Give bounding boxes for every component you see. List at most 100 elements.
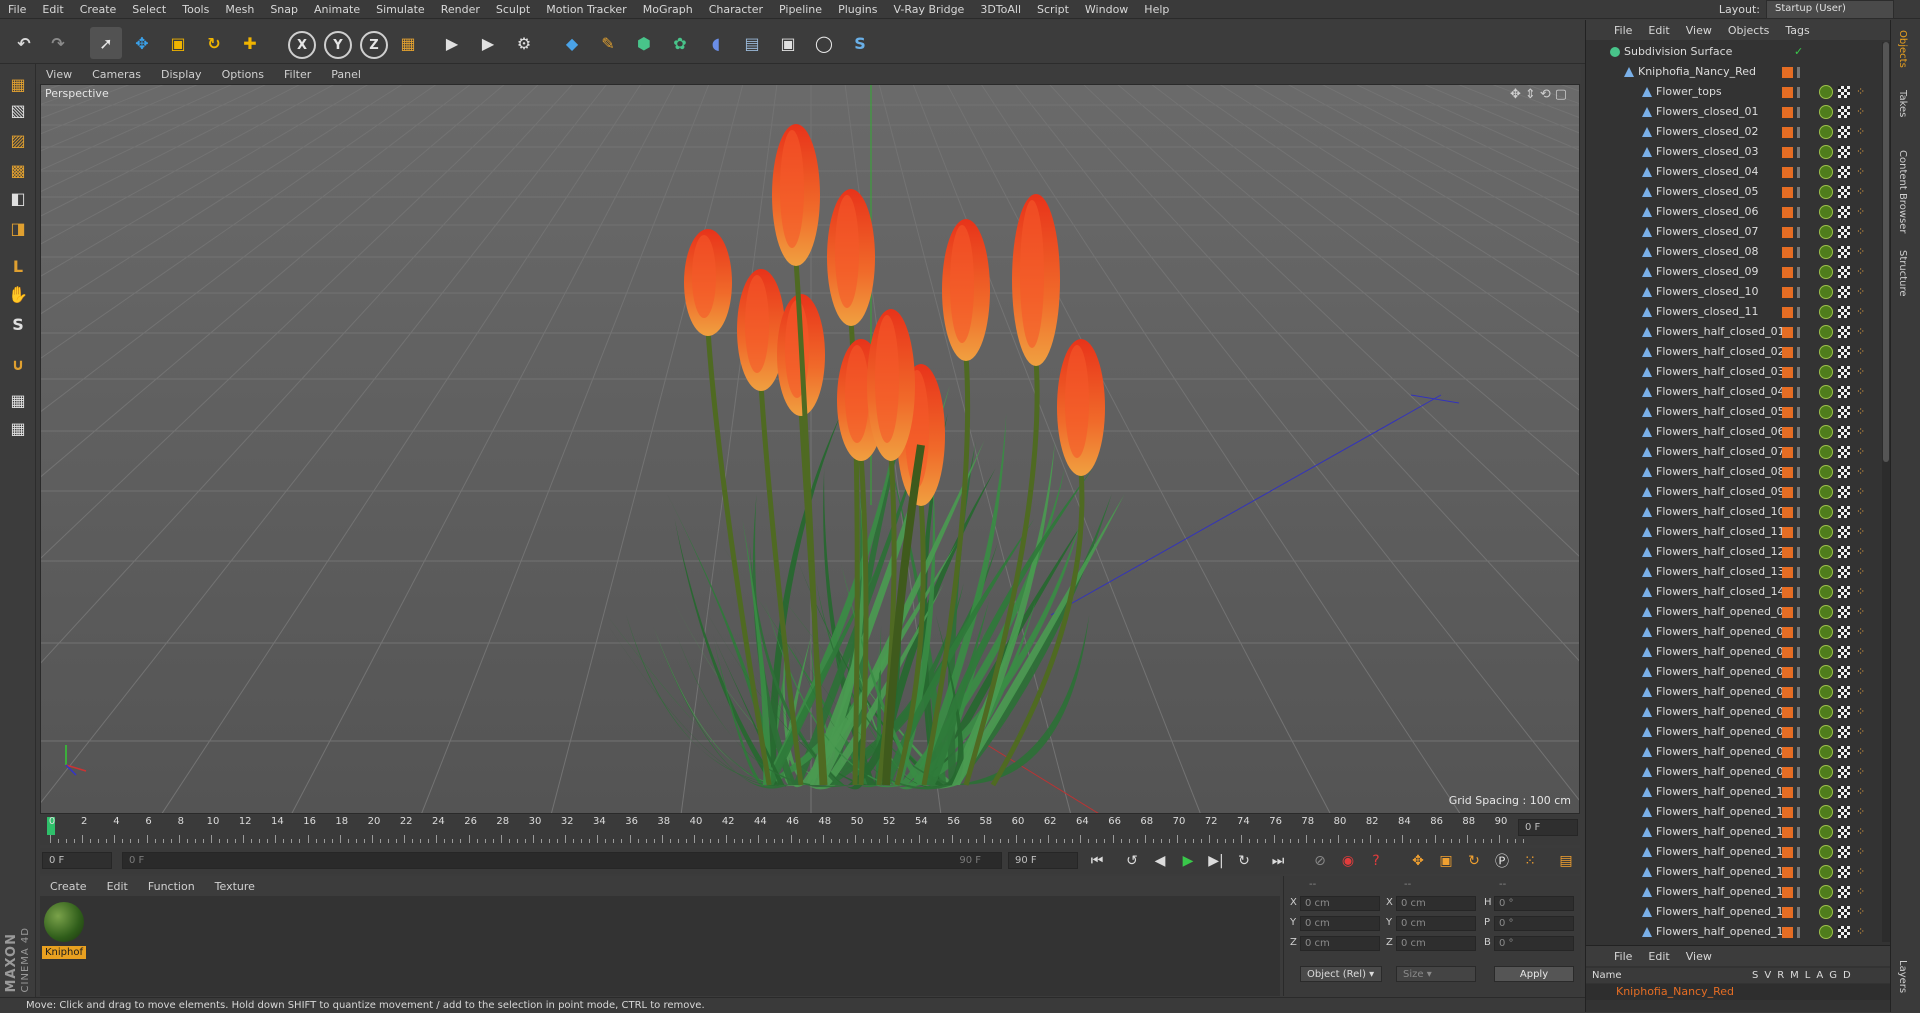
material-manager[interactable]: Kniphof [40, 896, 1280, 996]
coord-mode-dropdown[interactable]: Object (Rel) ▾ [1300, 966, 1382, 982]
object-name[interactable]: Flower_tops [1656, 85, 1722, 98]
layer-color-swatch[interactable] [1782, 767, 1793, 778]
uvw-tag-icon[interactable] [1838, 386, 1850, 398]
layer-color-swatch[interactable] [1782, 567, 1793, 578]
viewport-menu-panel[interactable]: Panel [321, 68, 371, 81]
object-name[interactable]: Flowers_half_opened_17 [1656, 925, 1790, 938]
object-row[interactable]: Flowers_half_closed_13 ⁘ [1586, 562, 1880, 582]
layer-color-swatch[interactable] [1782, 307, 1793, 318]
key-pla-icon[interactable]: ⁙ [1518, 850, 1542, 872]
selection-tag-icon[interactable]: ⁘ [1856, 646, 1866, 658]
object-list[interactable]: Subdivision Surface ✓ Kniphofia_Nancy_Red F… [1586, 42, 1880, 945]
timeline-window-icon[interactable]: ▤ [1554, 850, 1578, 872]
material-tag-icon[interactable] [1819, 105, 1833, 119]
object-row[interactable]: Flowers_half_closed_12 ⁘ [1586, 542, 1880, 562]
object-name[interactable]: Flowers_half_closed_04 [1656, 385, 1785, 398]
material-tag-icon[interactable] [1819, 665, 1833, 679]
selection-tag-icon[interactable]: ⁘ [1856, 566, 1866, 578]
visibility-toggle[interactable] [1797, 847, 1800, 858]
menu-item-script[interactable]: Script [1029, 0, 1077, 19]
start-frame-field[interactable]: 0 F [42, 852, 112, 869]
planar-workplane-icon[interactable]: ▦ [4, 414, 32, 442]
object-row[interactable]: Flowers_half_opened_10 ⁘ [1586, 782, 1880, 802]
object-row[interactable]: Flowers_half_closed_04 ⁘ [1586, 382, 1880, 402]
visibility-toggle[interactable] [1797, 547, 1800, 558]
layer-color-swatch[interactable] [1782, 347, 1793, 358]
light-icon[interactable]: ◯ [808, 27, 840, 59]
coord-field-v1-1[interactable]: 0 cm [1300, 916, 1380, 931]
layer-column-r[interactable]: R [1777, 970, 1784, 981]
visibility-toggle[interactable] [1797, 247, 1800, 258]
uvw-tag-icon[interactable] [1838, 166, 1850, 178]
material-tag-icon[interactable] [1819, 225, 1833, 239]
layer-color-swatch[interactable] [1782, 707, 1793, 718]
uvw-tag-icon[interactable] [1838, 486, 1850, 498]
pen-spline-icon[interactable]: ✎ [592, 27, 624, 59]
layer-color-swatch[interactable] [1782, 647, 1793, 658]
go-to-start-icon[interactable]: ⏮ [1085, 850, 1109, 872]
layer-color-swatch[interactable] [1782, 107, 1793, 118]
uvw-tag-icon[interactable] [1838, 506, 1850, 518]
object-name[interactable]: Flowers_closed_04 [1656, 165, 1758, 178]
uvw-tag-icon[interactable] [1838, 546, 1850, 558]
visibility-toggle[interactable] [1797, 747, 1800, 758]
layer-row[interactable]: Kniphofia_Nancy_Red [1586, 984, 1891, 1000]
uvw-tag-icon[interactable] [1838, 406, 1850, 418]
object-row[interactable]: Flowers_closed_10 ⁘ [1586, 282, 1880, 302]
visibility-toggle[interactable] [1797, 387, 1800, 398]
layer-color-swatch[interactable] [1782, 807, 1793, 818]
menu-item-pipeline[interactable]: Pipeline [771, 0, 830, 19]
material-tag-icon[interactable] [1819, 505, 1833, 519]
uvw-tag-icon[interactable] [1838, 626, 1850, 638]
selection-tag-icon[interactable]: ⁘ [1856, 346, 1866, 358]
uvw-tag-icon[interactable] [1838, 886, 1850, 898]
visibility-toggle[interactable] [1797, 327, 1800, 338]
deformer-icon[interactable]: ◖ [700, 27, 732, 59]
layer-color-swatch[interactable] [1782, 607, 1793, 618]
layer-color-swatch[interactable] [1782, 847, 1793, 858]
uvw-tag-icon[interactable] [1838, 606, 1850, 618]
side-tab-layers[interactable]: Layers [1897, 960, 1908, 993]
selection-tag-icon[interactable]: ⁘ [1856, 206, 1866, 218]
object-row[interactable]: Flowers_half_opened_17 ⁘ [1586, 922, 1880, 942]
selection-tag-icon[interactable]: ⁘ [1856, 146, 1866, 158]
visibility-toggle[interactable] [1797, 207, 1800, 218]
menu-item-character[interactable]: Character [701, 0, 771, 19]
material-tag-icon[interactable] [1819, 885, 1833, 899]
object-name[interactable]: Flowers_half_opened_15 [1656, 885, 1790, 898]
uvw-tag-icon[interactable] [1838, 266, 1850, 278]
uvw-tag-icon[interactable] [1838, 446, 1850, 458]
menu-item-snap[interactable]: Snap [262, 0, 306, 19]
selection-tag-icon[interactable]: ⁘ [1856, 486, 1866, 498]
coord-field-v3-0[interactable]: 0 ° [1494, 896, 1574, 911]
layer-color-swatch[interactable] [1782, 527, 1793, 538]
selection-tag-icon[interactable]: ⁘ [1856, 306, 1866, 318]
visibility-toggle[interactable] [1797, 467, 1800, 478]
coord-field-v2-1[interactable]: 0 cm [1396, 916, 1476, 931]
object-row[interactable]: Flowers_half_closed_01 ⁘ [1586, 322, 1880, 342]
layer-color-swatch[interactable] [1782, 727, 1793, 738]
visibility-toggle[interactable] [1797, 487, 1800, 498]
material-tag-icon[interactable] [1819, 365, 1833, 379]
subdivision-generator-icon[interactable]: ⬢ [628, 27, 660, 59]
layer-column-a[interactable]: A [1816, 970, 1823, 981]
selection-tag-icon[interactable]: ⁘ [1856, 386, 1866, 398]
selection-tag-icon[interactable]: ⁘ [1856, 826, 1866, 838]
uvw-tag-icon[interactable] [1838, 926, 1850, 938]
render-picture-viewer-icon[interactable]: ▶ [472, 27, 504, 59]
material-tag-icon[interactable] [1819, 905, 1833, 919]
selection-tag-icon[interactable]: ⁘ [1856, 286, 1866, 298]
layer-color-swatch[interactable] [1782, 267, 1793, 278]
visibility-toggle[interactable] [1797, 127, 1800, 138]
scale-tool-icon[interactable]: ▣ [162, 27, 194, 59]
material-tag-icon[interactable] [1819, 925, 1833, 939]
mograph-cloner-icon[interactable]: ✿ [664, 27, 696, 59]
layer-color-swatch[interactable] [1782, 927, 1793, 938]
apply-button[interactable]: Apply [1494, 966, 1574, 982]
uvw-tag-icon[interactable] [1838, 646, 1850, 658]
object-row[interactable]: Flowers_half_opened_04 ⁘ [1586, 662, 1880, 682]
visibility-toggle[interactable] [1797, 267, 1800, 278]
material-tag-icon[interactable] [1819, 605, 1833, 619]
visibility-toggle[interactable] [1797, 767, 1800, 778]
material-tag-icon[interactable] [1819, 265, 1833, 279]
